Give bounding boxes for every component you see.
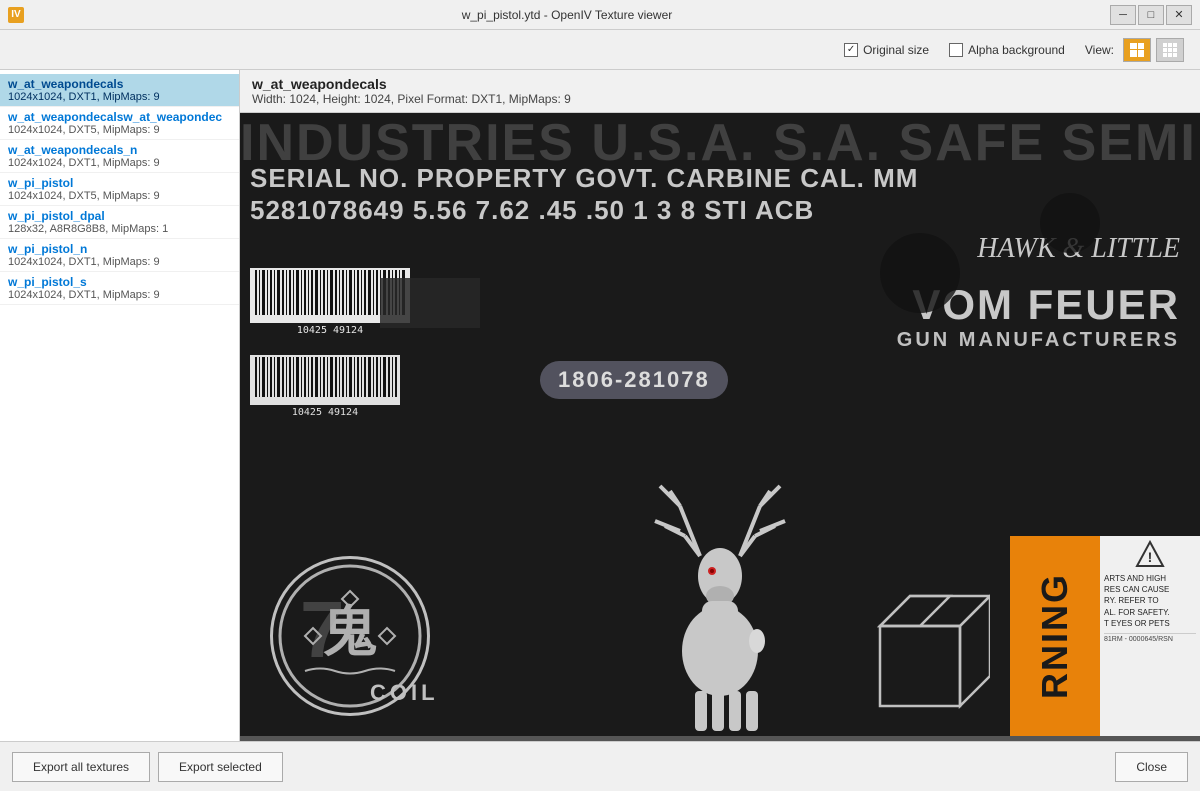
sidebar-item-2[interactable]: w_at_weapondecals_n1024x1024, DXT1, MipM… <box>0 140 239 173</box>
view-option: View: <box>1085 38 1184 62</box>
warning-white-panel: ! ARTS AND HIGH RES CAN CAUSE RY. REFER … <box>1100 536 1200 736</box>
tex-gun-mfg-text: GUN MANUFACTURERS <box>897 329 1180 352</box>
view-list-button[interactable] <box>1156 38 1184 62</box>
texture-image: INDUSTRIES U.S.A. S.A. SAFE SEMI FULL SE… <box>240 113 1200 736</box>
texture-header: w_at_weapondecals Width: 1024, Height: 1… <box>240 70 1200 113</box>
minimize-button[interactable]: ─ <box>1110 5 1136 25</box>
alpha-background-checkbox[interactable] <box>949 43 963 57</box>
title-bar: IV w_pi_pistol.ytd - OpenIV Texture view… <box>0 0 1200 30</box>
footer-left: Export all textures Export selected <box>12 752 283 782</box>
toolbar: Original size Alpha background View: <box>0 30 1200 70</box>
barcode-2: 10425 49124 <box>250 355 400 420</box>
coil-emblem: 鬼 <box>270 556 430 716</box>
window-title: w_pi_pistol.ytd - OpenIV Texture viewer <box>24 8 1110 22</box>
warning-label: RNING ! ARTS AND HIGH RES CAN CAUSE <box>1010 536 1200 736</box>
window-controls: ─ □ ✕ <box>1110 5 1192 25</box>
barcode-overlay <box>380 278 480 328</box>
texture-view-area: w_at_weapondecals Width: 1024, Height: 1… <box>240 70 1200 741</box>
original-size-label: Original size <box>863 43 929 57</box>
hole-2 <box>1040 193 1100 253</box>
svg-text:!: ! <box>1148 549 1153 565</box>
warning-orange-panel: RNING <box>1010 536 1100 736</box>
warning-orange-text: RNING <box>1034 573 1076 699</box>
sidebar-item-5[interactable]: w_pi_pistol_n1024x1024, DXT1, MipMaps: 9 <box>0 239 239 272</box>
texture-list-sidebar: w_at_weapondecals1024x1024, DXT1, MipMap… <box>0 70 240 741</box>
sidebar-item-6[interactable]: w_pi_pistol_s1024x1024, DXT1, MipMaps: 9 <box>0 272 239 305</box>
box-illustration <box>860 576 990 716</box>
texture-name: w_at_weapondecals <box>252 76 1188 92</box>
original-size-option[interactable]: Original size <box>844 43 929 57</box>
footer-bar: Export all textures Export selected Clos… <box>0 741 1200 791</box>
tex-serial-text: SERIAL NO. PROPERTY GOVT. CARBINE CAL. M… <box>250 163 918 194</box>
export-all-button[interactable]: Export all textures <box>12 752 150 782</box>
texture-canvas: INDUSTRIES U.S.A. S.A. SAFE SEMI FULL SE… <box>240 113 1200 736</box>
tex-serial-num-badge: 1806-281078 <box>540 361 728 399</box>
sidebar-item-4[interactable]: w_pi_pistol_dpal128x32, A8R8G8B8, MipMap… <box>0 206 239 239</box>
tex-industries-text: INDUSTRIES U.S.A. S.A. SAFE SEMI FULL <box>240 113 1200 173</box>
deer-illustration <box>620 456 820 736</box>
sidebar-item-3[interactable]: w_pi_pistol1024x1024, DXT5, MipMaps: 9 <box>0 173 239 206</box>
svg-text:10425 49124: 10425 49124 <box>297 325 363 336</box>
export-selected-button[interactable]: Export selected <box>158 752 283 782</box>
alpha-background-label: Alpha background <box>968 43 1065 57</box>
hole-1 <box>880 233 960 313</box>
svg-text:鬼: 鬼 <box>322 602 377 663</box>
close-button[interactable]: Close <box>1115 752 1188 782</box>
main-content: w_at_weapondecals1024x1024, DXT1, MipMap… <box>0 70 1200 741</box>
maximize-button[interactable]: □ <box>1138 5 1164 25</box>
tex-numbers-text: 5281078649 5.56 7.62 .45 .50 1 3 8 STI A… <box>250 195 814 226</box>
sidebar-item-1[interactable]: w_at_weapondecalsw_at_weapondec1024x1024… <box>0 107 239 140</box>
view-label: View: <box>1085 43 1114 57</box>
svg-text:10425 49124: 10425 49124 <box>292 407 358 418</box>
texture-meta: Width: 1024, Height: 1024, Pixel Format:… <box>252 92 1188 106</box>
original-size-checkbox[interactable] <box>844 43 858 57</box>
sidebar-item-0[interactable]: w_at_weapondecals1024x1024, DXT1, MipMap… <box>0 74 239 107</box>
close-window-button[interactable]: ✕ <box>1166 5 1192 25</box>
app-icon: IV <box>8 7 24 23</box>
alpha-background-option[interactable]: Alpha background <box>949 43 1065 57</box>
view-grid-button[interactable] <box>1123 38 1151 62</box>
